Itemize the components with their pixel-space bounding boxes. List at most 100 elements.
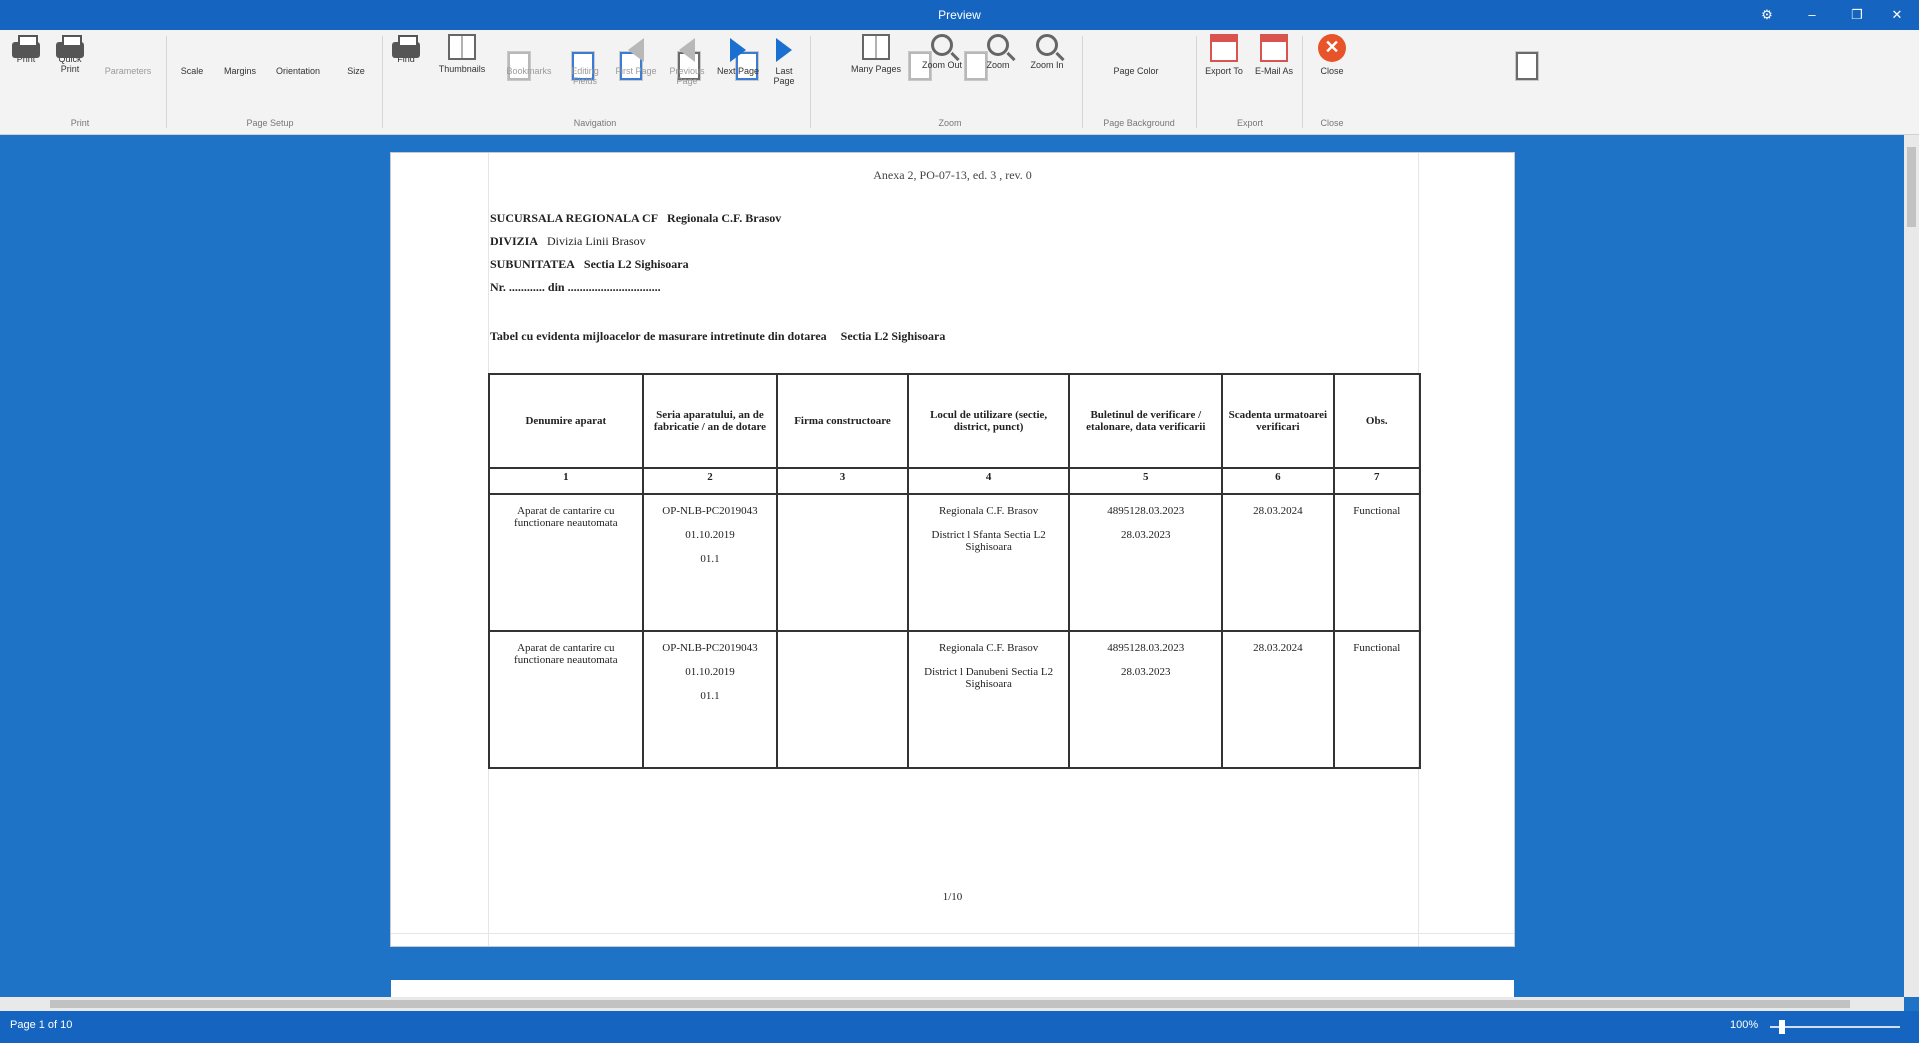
table-cell: Aparat de cantarire cu functionare neaut…	[488, 630, 644, 769]
parameters-label: Parameters	[104, 66, 152, 76]
zoom-in-button[interactable]: Zoom In	[1022, 34, 1072, 70]
first-page-label: First Page	[615, 66, 657, 76]
horizontal-scrollbar[interactable]	[0, 997, 1904, 1011]
thumbnails-label: Thumbnails	[438, 64, 486, 74]
separator	[810, 36, 811, 128]
cell-line: 01.1	[700, 690, 720, 702]
group-label-zoom: Zoom	[938, 118, 962, 128]
editing-fields-button[interactable]: Editing Fields	[564, 34, 987, 86]
info-line: SUBUNITATEA Sectia L2 Sighisoara	[490, 257, 689, 272]
zoom-in-label: Zoom In	[1030, 60, 1064, 70]
table-cell: OP-NLB-PC2019043 01.10.2019 01.1	[641, 493, 779, 632]
column-number: 7	[1332, 467, 1422, 495]
thumbnails-icon	[448, 34, 476, 60]
group-label-close: Close	[1320, 118, 1344, 128]
orientation-button[interactable]: Orientation	[268, 34, 700, 80]
bookmarks-button[interactable]: Bookmarks	[500, 34, 931, 80]
title-text: Tabel cu evidenta mijloacelor de masurar…	[490, 329, 827, 343]
editing-fields-label: Editing Fields	[571, 66, 599, 86]
table-header: Firma constructoare	[776, 373, 909, 469]
close-icon: ✕	[1318, 34, 1346, 62]
previous-page-button[interactable]: Previous Page	[664, 34, 710, 86]
info-value: Sectia L2 Sighisoara	[583, 257, 689, 271]
table-header: Seria aparatului, an de fabricatie / an …	[641, 373, 779, 469]
scale-button[interactable]: Scale	[174, 34, 594, 80]
equipment-table: Denumire aparat Seria aparatului, an de …	[488, 373, 1422, 769]
scroll-thumb[interactable]	[1907, 147, 1916, 227]
close-window-button[interactable]: ✕	[1875, 0, 1919, 30]
info-line: SUCURSALA REGIONALA CF Regionala C.F. Br…	[490, 211, 781, 226]
many-pages-button[interactable]: Many Pages	[844, 34, 908, 74]
table-cell: 28.03.2024	[1221, 630, 1335, 769]
title-bar: Preview ⚙ – ❐ ✕	[0, 0, 1919, 30]
page-color-button[interactable]: Page Color	[1106, 34, 1538, 80]
zoom-button[interactable]: Zoom	[978, 34, 1018, 70]
document-viewer[interactable]: Anexa 2, PO-07-13, ed. 3 , rev. 0 SUCURS…	[0, 135, 1904, 997]
email-button[interactable]: E-Mail As	[1252, 34, 1296, 76]
last-page-button[interactable]: Last Page	[764, 34, 804, 86]
close-button[interactable]: ✕ Close	[1310, 34, 1354, 76]
zoom-level: 100%	[1730, 1019, 1759, 1031]
previous-page-label: Previous Page	[669, 66, 705, 86]
margin-line	[391, 933, 1514, 934]
page-color-icon	[1516, 52, 1538, 80]
zoom-out-label: Zoom Out	[921, 60, 962, 70]
export-icon	[1210, 34, 1238, 62]
table-header: Obs.	[1332, 373, 1422, 469]
title-value: Sectia L2 Sighisoara	[840, 329, 946, 343]
quick-print-button[interactable]: Quick Print	[52, 34, 88, 74]
status-bar: Page 1 of 10 100%	[0, 1011, 1919, 1043]
info-label: SUCURSALA REGIONALA CF	[490, 211, 659, 225]
document-title: Tabel cu evidenta mijloacelor de masurar…	[490, 329, 945, 344]
group-label-print: Print	[70, 118, 90, 128]
next-page-button[interactable]: Next Page	[716, 34, 760, 76]
table-cell: Functional	[1332, 493, 1422, 632]
separator	[1082, 36, 1083, 128]
zoom-out-icon	[931, 34, 953, 56]
next-page-icon	[730, 38, 746, 62]
table-cell: Aparat de cantarire cu functionare neaut…	[488, 493, 644, 632]
cell-line: District l Sfanta Sectia L2 Sighisoara	[931, 529, 1046, 553]
first-page-button[interactable]: First Page	[614, 34, 658, 76]
scroll-thumb[interactable]	[50, 1000, 1850, 1008]
group-label-page-setup: Page Setup	[246, 118, 294, 128]
zoom-out-button[interactable]: Zoom Out	[914, 34, 970, 70]
zoom-slider[interactable]	[1770, 1026, 1900, 1028]
find-button[interactable]: Find	[388, 34, 424, 64]
table-cell: 4895128.03.2023 28.03.2023	[1068, 493, 1224, 632]
margins-button[interactable]: Margins	[218, 34, 642, 80]
cell-line: 28.03.2023	[1121, 666, 1171, 678]
maximize-button[interactable]: ❐	[1835, 0, 1879, 30]
info-label: SUBUNITATEA	[490, 257, 575, 271]
size-label: Size	[347, 66, 365, 76]
zoom-label: Zoom	[986, 60, 1010, 70]
group-label-export: Export	[1236, 118, 1263, 128]
info-label: Nr. ............ din ...................…	[490, 280, 661, 294]
many-pages-icon	[862, 34, 890, 60]
size-button[interactable]: Size	[338, 34, 758, 80]
table-row: Aparat de cantarire cu functionare neaut…	[488, 493, 1422, 632]
export-button[interactable]: Export To	[1204, 34, 1244, 76]
document-header: Anexa 2, PO-07-13, ed. 3 , rev. 0	[873, 168, 1032, 182]
table-cell: Regionala C.F. Brasov District l Sfanta …	[906, 493, 1071, 632]
minimize-button[interactable]: –	[1790, 0, 1834, 30]
cell-line: 4895128.03.2023	[1107, 505, 1185, 517]
cell-line: OP-NLB-PC2019043	[662, 505, 758, 517]
zoom-slider-knob[interactable]	[1779, 1020, 1785, 1034]
thumbnails-button[interactable]: Thumbnails	[432, 34, 492, 74]
parameters-button[interactable]: Parameters	[100, 34, 530, 80]
zoom-in-icon	[1036, 34, 1058, 56]
page-color-label: Page Color	[1113, 66, 1159, 76]
table-cell: 28.03.2024	[1221, 493, 1335, 632]
page-indicator: Page 1 of 10	[10, 1019, 73, 1031]
print-button[interactable]: Print	[8, 34, 44, 64]
table-cell: Functional	[1332, 630, 1422, 769]
cell-line: Regionala C.F. Brasov	[938, 642, 1039, 654]
settings-icon[interactable]: ⚙	[1745, 0, 1789, 30]
cell-line: 01.10.2019	[685, 529, 735, 541]
info-line: DIVIZIA Divizia Linii Brasov	[490, 234, 646, 249]
last-page-icon	[776, 38, 792, 62]
cell-line: Regionala C.F. Brasov	[938, 505, 1039, 517]
next-page-label: Next Page	[716, 66, 760, 76]
vertical-scrollbar[interactable]	[1904, 135, 1919, 997]
